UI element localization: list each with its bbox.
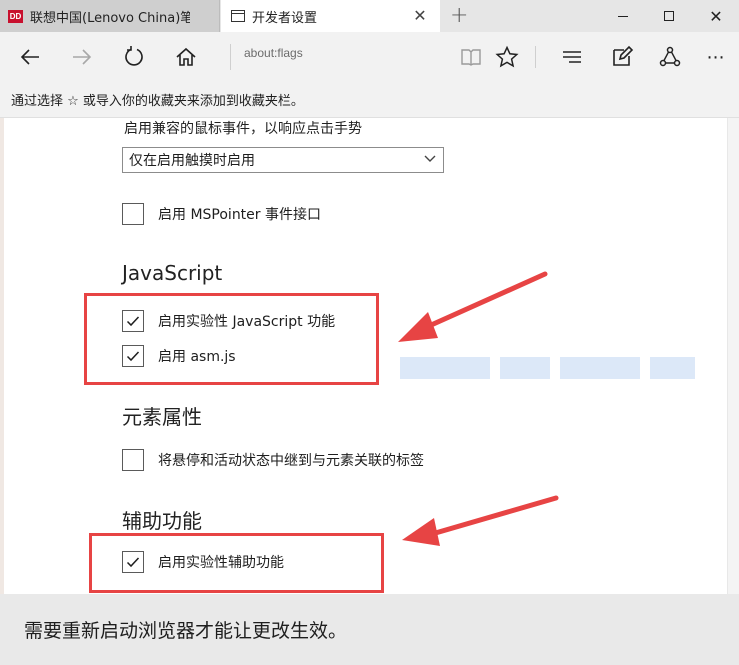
left-edge [0,118,4,594]
back-arrow-icon [20,49,39,65]
accessibility-section-title: 辅助功能 [122,509,202,533]
javascript-section-title: JavaScript [122,261,223,285]
favorites-bar-hint: 通过选择 ☆ 或导入你的收藏夹来添加到收藏夹栏。 [0,82,739,118]
nav-divider [535,46,536,68]
page-icon [231,10,245,22]
maximize-button[interactable] [646,0,692,32]
hub-icon [563,51,581,63]
share-icon [659,46,681,67]
touch-events-label: 启用兼容的鼠标事件，以响应点击手势 [124,121,362,137]
tab-strip: DD 联想中国(Lenovo China)笔记 开发者设置 ✕ + ✕ [0,0,739,32]
lenovo-favicon-icon: DD [8,9,23,23]
minimize-icon [618,15,628,17]
reading-view-button[interactable] [455,41,487,73]
add-favorite-button[interactable] [491,41,523,73]
tab-lenovo[interactable]: DD 联想中国(Lenovo China)笔记 [0,0,220,32]
mspointer-option[interactable]: 启用 MSPointer 事件接口 [122,203,321,225]
more-actions-button[interactable]: ⋯ [700,41,732,73]
tab-title: 开发者设置 [252,10,318,26]
reading-view-icon [461,49,481,66]
share-button[interactable] [654,41,686,73]
maximize-icon [664,11,674,21]
vertical-scrollbar[interactable] [727,118,739,594]
mspointer-checkbox[interactable] [122,203,144,225]
relay-hover-checkbox[interactable] [122,449,144,471]
back-button[interactable] [14,41,46,73]
new-tab-button[interactable]: + [450,3,468,28]
touch-events-selected-value: 仅在启用触摸时启用 [129,153,255,169]
tab-title: 联想中国(Lenovo China)笔记 [30,10,190,26]
home-button[interactable] [170,41,202,73]
hub-button[interactable] [556,41,588,73]
chevron-down-icon [424,155,436,162]
minimize-button[interactable] [600,0,646,32]
touch-events-select[interactable]: 仅在启用触摸时启用 [122,147,444,173]
relay-hover-option[interactable]: 将悬停和活动状态中继到与元素关联的标签 [122,449,424,471]
relay-hover-label: 将悬停和活动状态中继到与元素关联的标签 [158,453,424,469]
web-note-button[interactable] [606,41,638,73]
refresh-icon [125,46,143,66]
star-icon [495,45,519,68]
web-note-icon [613,45,634,66]
refresh-button[interactable] [118,41,150,73]
red-arrow-icon [402,495,559,546]
forward-arrow-icon [73,49,92,65]
forward-button[interactable] [66,41,98,73]
mspointer-label: 启用 MSPointer 事件接口 [158,207,321,223]
element-properties-section-title: 元素属性 [122,405,202,429]
navigation-bar: about:flags ⋯ [0,32,739,82]
close-window-button[interactable]: ✕ [693,0,739,32]
javascript-highlight-box [84,293,379,385]
home-icon [176,47,196,66]
tab-developer-settings[interactable]: 开发者设置 ✕ [221,0,440,32]
blurred-watermark [400,357,700,379]
red-arrow-icon [398,271,548,342]
accessibility-highlight-box [89,533,384,593]
restart-notice: 需要重新启动浏览器才能让更改生效。 [0,594,739,665]
tab-close-icon[interactable]: ✕ [410,6,430,25]
address-bar[interactable]: about:flags [244,46,303,60]
nav-divider [230,44,231,70]
